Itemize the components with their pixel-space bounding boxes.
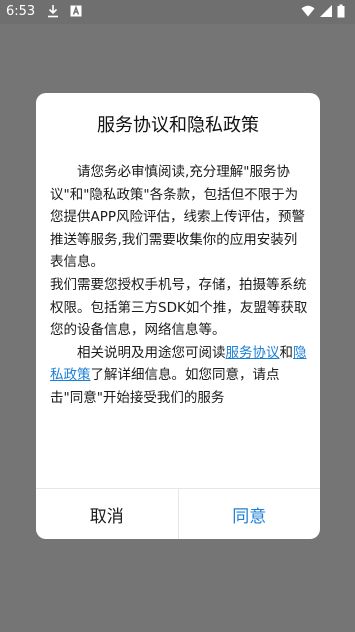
- dialog-title: 服务协议和隐私政策: [97, 115, 259, 136]
- privacy-dialog: 服务协议和隐私政策 请您务必审慎阅读,充分理解"服务协议"和"隐私政策"各条款，…: [36, 93, 320, 539]
- battery-icon: [337, 4, 345, 18]
- dialog-paragraph-1: 请您务必审慎阅读,充分理解"服务协议"和"隐私政策"各条款，包括但不限于为您提供…: [50, 164, 306, 271]
- dialog-paragraph-3: 相关说明及用途您可阅读服务协议和隐私政策了解详细信息。如您同意，请点击"同意"开…: [50, 342, 308, 410]
- wifi-icon: [301, 4, 315, 18]
- para3-and: 和: [279, 344, 294, 361]
- dialog-paragraph-2: 我们需要您授权手机号，存储，拍摄等系统权限。包括第三方SDK如个推，友盟等获取您…: [50, 276, 308, 339]
- status-bar: 6:53: [0, 0, 355, 24]
- dialog-body: 请您务必审慎阅读,充分理解"服务协议"和"隐私政策"各条款，包括但不限于为您提供…: [50, 161, 308, 410]
- dialog-footer: 取消 同意: [36, 488, 320, 539]
- para3-prefix: 相关说明及用途您可阅读: [77, 344, 226, 361]
- agree-button[interactable]: 同意: [179, 489, 321, 539]
- cancel-button[interactable]: 取消: [36, 489, 179, 539]
- status-left-icons: [46, 4, 83, 18]
- service-agreement-link[interactable]: 服务协议: [226, 345, 280, 361]
- notification-a-icon: [69, 4, 83, 18]
- download-icon: [46, 4, 60, 18]
- signal-icon: [319, 4, 333, 18]
- status-right-icons: [301, 4, 345, 18]
- status-time: 6:53: [6, 4, 36, 19]
